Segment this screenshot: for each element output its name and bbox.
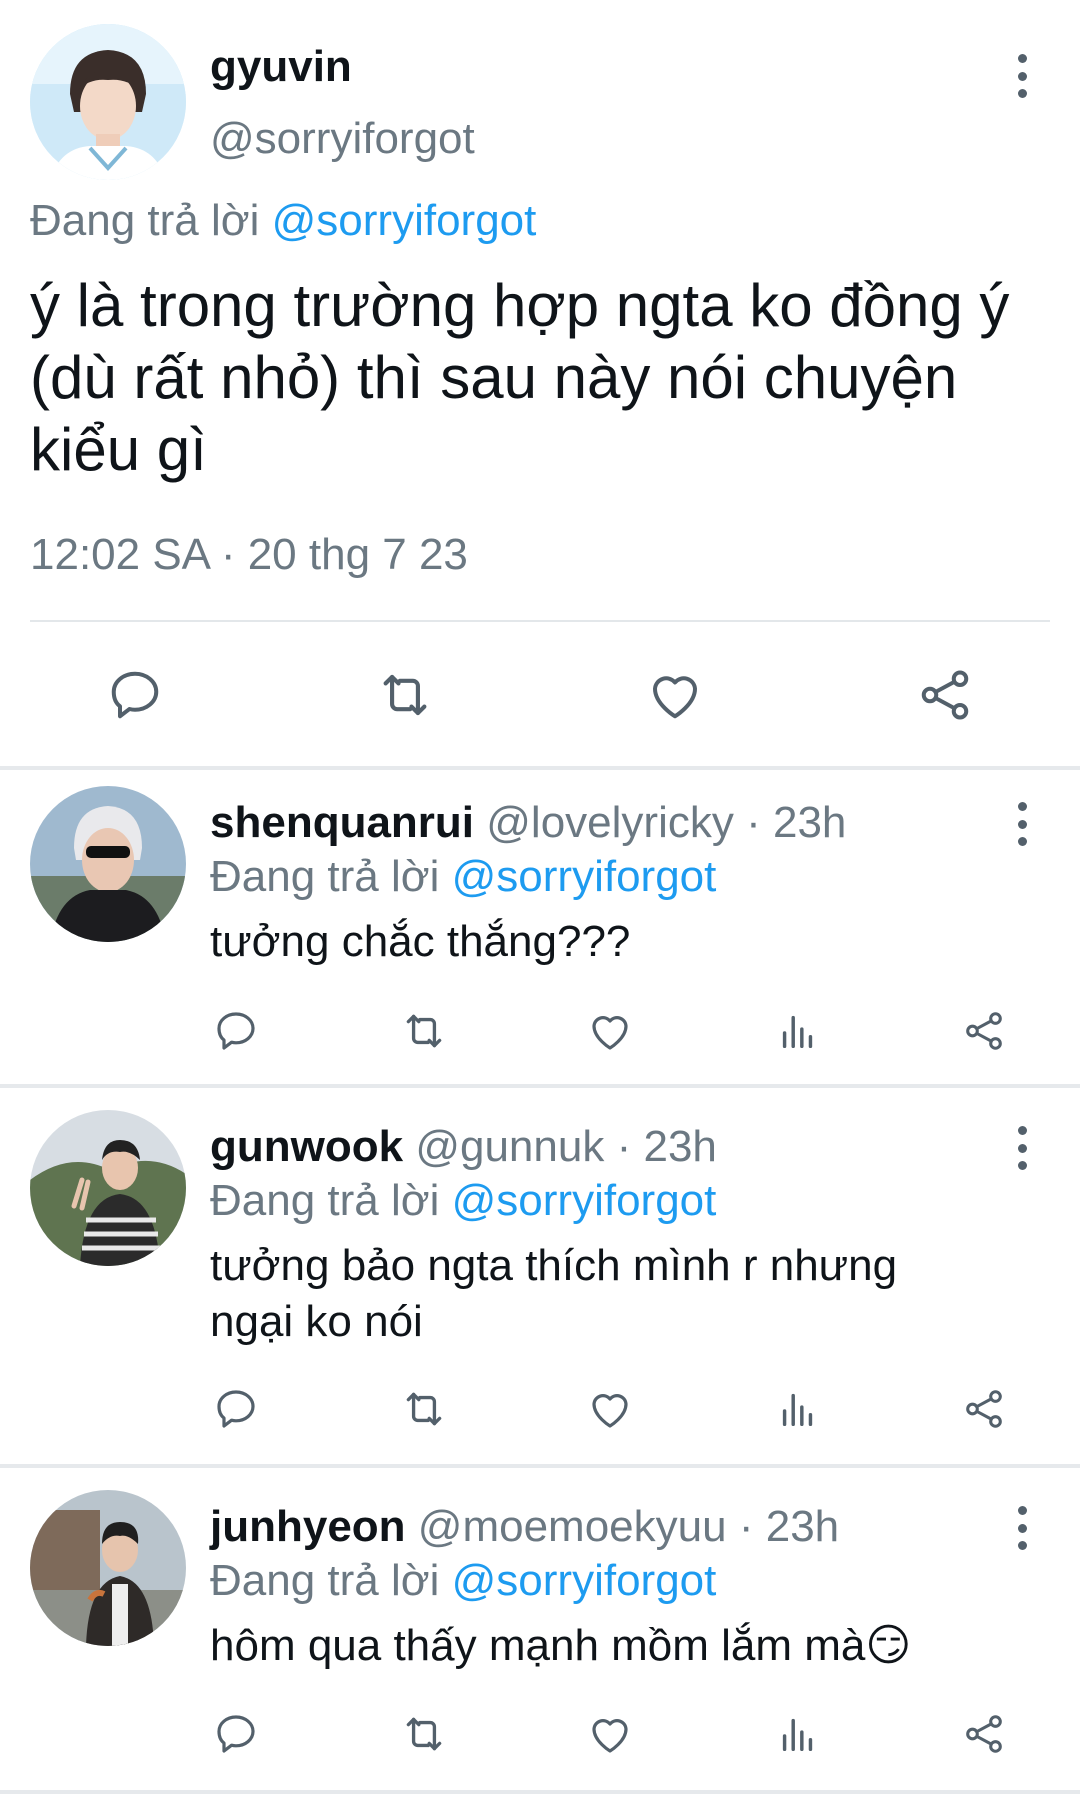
tweet-text: ý là trong trường hợp ngta ko đồng ý (dù… xyxy=(30,272,1010,483)
replying-mention-link[interactable]: @sorryiforgot xyxy=(452,1176,717,1225)
retweet-icon xyxy=(383,674,427,716)
retweet-button[interactable] xyxy=(396,1003,452,1059)
like-icon xyxy=(592,1394,628,1428)
share-button[interactable] xyxy=(910,660,980,730)
author-name[interactable]: shenquanrui xyxy=(210,798,474,847)
author-handle[interactable]: @moemoekyuu xyxy=(418,1502,727,1551)
tweet-time[interactable]: 23h xyxy=(643,1122,716,1171)
reply-header: junhyeon @moemoekyuu · 23h xyxy=(210,1502,839,1552)
share-icon xyxy=(921,670,969,720)
more-options-icon[interactable] xyxy=(1012,1126,1032,1170)
share-button[interactable] xyxy=(956,1706,1012,1762)
replying-prefix: Đang trả lời xyxy=(210,1556,440,1605)
avatar[interactable] xyxy=(30,786,186,942)
tweet-time[interactable]: 23h xyxy=(773,798,846,847)
more-options-icon[interactable] xyxy=(1012,54,1032,98)
replying-to-line: Đang trả lời @sorryiforgot xyxy=(30,196,536,246)
like-button[interactable] xyxy=(640,660,710,730)
main-tweet: gyuvin @sorryiforgot Đang trả lời @sorry… xyxy=(0,0,1080,766)
tweet-text: hôm qua thấy mạnh mồm lắm mà😏 xyxy=(210,1621,912,1670)
reply-icon xyxy=(217,1715,255,1753)
views-icon xyxy=(782,1718,813,1752)
retweet-icon xyxy=(406,1717,442,1751)
separator xyxy=(0,1464,1080,1468)
separator xyxy=(0,766,1080,770)
reply-button[interactable] xyxy=(208,1381,264,1437)
author-handle[interactable]: @gunnuk xyxy=(415,1122,604,1171)
share-icon xyxy=(966,1390,1002,1428)
like-icon xyxy=(592,1719,628,1753)
retweet-icon xyxy=(406,1392,442,1426)
views-button[interactable] xyxy=(770,1381,826,1437)
tweet-time[interactable]: 23h xyxy=(766,1502,839,1551)
retweet-button[interactable] xyxy=(396,1706,452,1762)
retweet-button[interactable] xyxy=(396,1381,452,1437)
retweet-icon xyxy=(406,1014,442,1048)
tweet-text: tưởng bảo ngta thích mình r nhưng ngại k… xyxy=(210,1241,898,1346)
replying-prefix: Đang trả lời xyxy=(210,852,440,901)
like-button[interactable] xyxy=(582,1381,638,1437)
replying-mention-link[interactable]: @sorryiforgot xyxy=(452,852,717,901)
reply-icon xyxy=(217,1012,255,1050)
share-button[interactable] xyxy=(956,1381,1012,1437)
replying-prefix: Đang trả lời xyxy=(30,196,260,245)
author-name[interactable]: gunwook xyxy=(210,1122,403,1171)
author-handle[interactable]: @sorryiforgot xyxy=(210,114,475,164)
views-icon xyxy=(782,1015,813,1049)
author-name[interactable]: junhyeon xyxy=(210,1502,406,1551)
share-icon xyxy=(966,1012,1002,1050)
reply-header: gunwook @gunnuk · 23h xyxy=(210,1122,717,1172)
avatar[interactable] xyxy=(30,1110,186,1266)
tweet-action-bar xyxy=(0,660,1080,730)
reply-icon xyxy=(111,671,159,719)
replying-to-line: Đang trả lời @sorryiforgot xyxy=(210,852,716,902)
reply-tweet[interactable]: shenquanrui @lovelyricky · 23h Đang trả … xyxy=(0,786,1080,1086)
reply-button[interactable] xyxy=(208,1003,264,1059)
share-button[interactable] xyxy=(956,1003,1012,1059)
avatar[interactable] xyxy=(30,1490,186,1646)
divider xyxy=(30,620,1050,622)
replying-to-line: Đang trả lời @sorryiforgot xyxy=(210,1176,716,1226)
separator-dot: · xyxy=(738,1502,754,1551)
replying-mention-link[interactable]: @sorryiforgot xyxy=(272,196,537,245)
tweet-timestamp[interactable]: 12:02 SA · 20 thg 7 23 xyxy=(30,530,468,580)
replying-to-line: Đang trả lời @sorryiforgot xyxy=(210,1556,716,1606)
views-icon xyxy=(782,1393,813,1427)
like-icon xyxy=(653,676,697,719)
replying-mention-link[interactable]: @sorryiforgot xyxy=(452,1556,717,1605)
retweet-button[interactable] xyxy=(370,660,440,730)
like-button[interactable] xyxy=(582,1003,638,1059)
separator-dot: · xyxy=(616,1122,632,1171)
separator xyxy=(0,1790,1080,1794)
author-handle[interactable]: @lovelyricky xyxy=(486,798,734,847)
tweet-text: tưởng chắc thắng??? xyxy=(210,917,631,966)
more-options-icon[interactable] xyxy=(1012,1506,1032,1550)
reply-icon xyxy=(217,1390,255,1428)
reply-tweet[interactable]: gunwook @gunnuk · 23h Đang trả lời @sorr… xyxy=(0,1110,1080,1460)
views-button[interactable] xyxy=(770,1003,826,1059)
reply-button[interactable] xyxy=(208,1706,264,1762)
like-icon xyxy=(592,1016,628,1050)
reply-tweet[interactable]: junhyeon @moemoekyuu · 23h Đang trả lời … xyxy=(0,1490,1080,1790)
share-icon xyxy=(966,1715,1002,1753)
separator xyxy=(0,1084,1080,1088)
like-button[interactable] xyxy=(582,1706,638,1762)
reply-header: shenquanrui @lovelyricky · 23h xyxy=(210,798,846,848)
avatar[interactable] xyxy=(30,24,186,180)
replying-prefix: Đang trả lời xyxy=(210,1176,440,1225)
reply-button[interactable] xyxy=(100,660,170,730)
more-options-icon[interactable] xyxy=(1012,802,1032,846)
separator-dot: · xyxy=(746,798,761,847)
views-button[interactable] xyxy=(770,1706,826,1762)
author-name[interactable]: gyuvin xyxy=(210,42,352,92)
